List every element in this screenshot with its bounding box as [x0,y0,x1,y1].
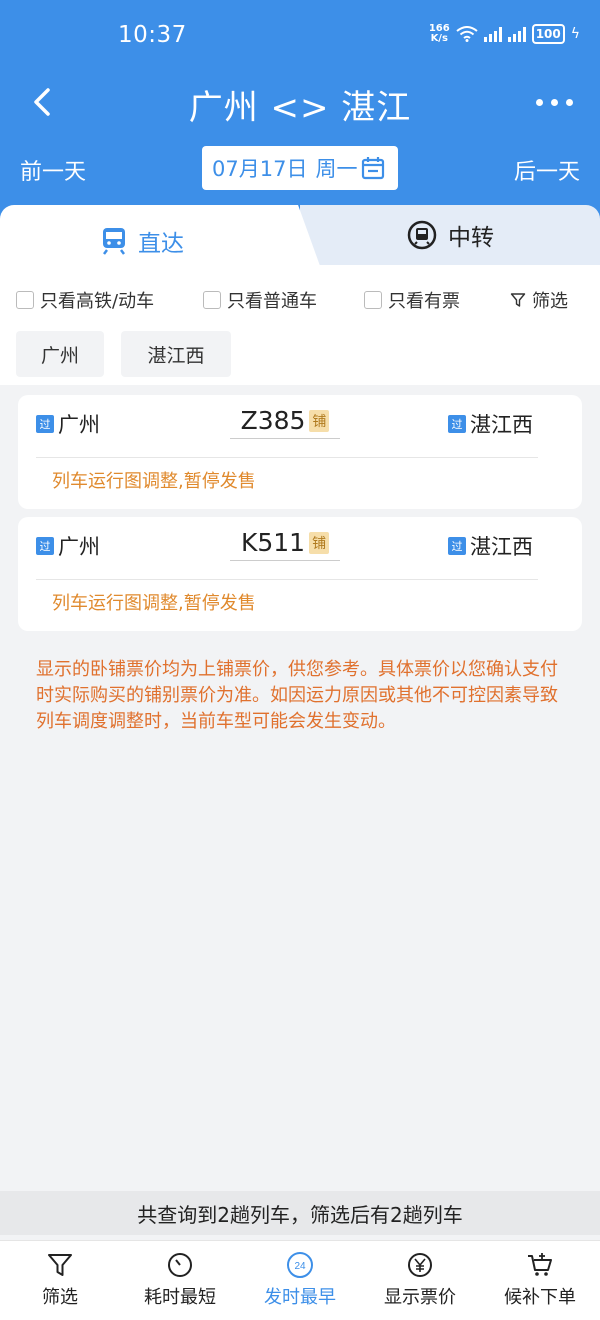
transfer-train-icon [407,220,437,250]
filter-label: 只看有票 [388,291,460,312]
to-label: 湛江西 [470,413,533,437]
price-notice: 显示的卧铺票价均为上铺票价，供您参考。具体票价以您确认支付时实际购买的铺别票价为… [36,659,558,732]
pass-badge: 过 [448,415,466,433]
nav-label: 显示票价 [384,1287,456,1308]
network-speed: 166 K/s [429,24,450,44]
train-number: Z385 铺 [230,403,340,439]
timer-icon [168,1253,192,1277]
sleeper-badge: 铺 [309,531,330,554]
train-note: 列车运行图调整,暂停发售 [52,593,256,614]
train-icon [103,228,125,255]
calendar-icon [361,157,385,180]
arrival-station: 过 湛江西 [448,409,533,439]
from-label: 广州 [58,535,100,559]
train-number: K511 铺 [230,525,340,561]
sleeper-badge: 铺 [309,409,330,432]
nav-filter[interactable]: 筛选 [5,1251,115,1309]
from-label: 广州 [58,413,100,437]
station-chip-from[interactable]: 广州 [16,331,104,377]
title-row: 广州 <> 湛江 [0,78,600,128]
charging-icon: ϟ [570,26,580,42]
clock-24-icon: 24 [287,1252,313,1278]
train-note: 列车运行图调整,暂停发售 [52,471,256,492]
departure-station: 过 广州 [36,409,100,439]
status-bar: 10:37 166 K/s 100 ϟ [0,18,600,58]
screen-button[interactable]: 筛选 [510,287,568,313]
arrival-station: 过 湛江西 [448,531,533,561]
checkbox[interactable] [364,291,382,309]
divider [36,579,538,580]
battery-icon: 100 [531,24,565,44]
station-chips: 广州 湛江西 [0,325,600,385]
train-card[interactable]: 过 广州 K511 铺 过 湛江西 列车运行图调整,暂停发售 [18,517,582,631]
pass-badge: 过 [448,537,466,555]
status-time: 10:37 [118,22,187,48]
bottom-nav: 筛选 耗时最短 24 发时最早 显示票价 候补下单 [0,1240,600,1320]
nav-label: 发时最早 [264,1287,336,1308]
filter-label: 只看普通车 [227,291,317,312]
funnel-icon [48,1254,72,1276]
yen-icon [408,1253,432,1277]
filter-normal[interactable]: 只看普通车 [203,287,317,313]
train-no: K511 [240,528,306,557]
departure-station: 过 广州 [36,531,100,561]
pass-badge: 过 [36,537,54,555]
nav-earliest[interactable]: 24 发时最早 [245,1251,355,1309]
tab-transfer[interactable]: 中转 [300,205,600,265]
more-dot-icon [565,98,573,106]
more-dot-icon [535,98,543,106]
next-day-button[interactable]: 后一天 [514,154,580,186]
station-chip-to[interactable]: 湛江西 [121,331,231,377]
speed-unit: K/s [430,33,448,44]
weekday-text: 周一 [315,157,358,181]
train-no: Z385 [240,406,306,435]
nav-waitlist[interactable]: 候补下单 [485,1251,595,1309]
date-row: 前一天 07月17日 周一 后一天 [0,146,600,192]
prev-day-button[interactable]: 前一天 [20,154,86,186]
nav-price[interactable]: 显示票价 [365,1251,475,1309]
divider [36,457,538,458]
filter-high-speed[interactable]: 只看高铁/动车 [16,287,154,313]
nav-label: 筛选 [42,1287,78,1308]
date-text: 07月17日 [212,157,308,181]
checkbox[interactable] [203,291,221,309]
signal-icon [483,26,502,42]
page-title: 广州 <> 湛江 [188,88,412,128]
clock-24-label: 24 [294,1261,306,1272]
screen-label: 筛选 [532,291,568,312]
tab-direct-label: 直达 [138,231,184,257]
train-list: 过 广州 Z385 铺 过 湛江西 列车运行图调整,暂停发售 过 广州 K511… [0,385,600,1190]
header: 10:37 166 K/s 100 ϟ 广州 <> 湛江 前一天 07月17日 … [0,0,600,235]
nav-label: 候补下单 [504,1287,576,1308]
pass-badge: 过 [36,415,54,433]
cart-plus-icon [528,1253,552,1276]
tab-transfer-label: 中转 [448,225,494,251]
funnel-icon [510,293,526,307]
more-button[interactable] [534,88,574,116]
filter-label: 只看高铁/动车 [40,291,155,312]
signal-icon-2 [507,26,526,42]
result-summary: 共查询到2趟列车，筛选后有2趟列车 [0,1191,600,1235]
nav-shortest[interactable]: 耗时最短 [125,1251,235,1309]
train-card[interactable]: 过 广州 Z385 铺 过 湛江西 列车运行图调整,暂停发售 [18,395,582,509]
nav-label: 耗时最短 [144,1287,216,1308]
filter-bar: 只看高铁/动车 只看普通车 只看有票 筛选 [0,277,600,325]
status-icons: 166 K/s 100 ϟ [429,24,580,44]
more-dot-icon [550,98,558,106]
to-label: 湛江西 [470,535,533,559]
filter-available[interactable]: 只看有票 [364,287,460,313]
wifi-icon [456,26,478,42]
date-picker[interactable]: 07月17日 周一 [202,146,398,190]
checkbox[interactable] [16,291,34,309]
